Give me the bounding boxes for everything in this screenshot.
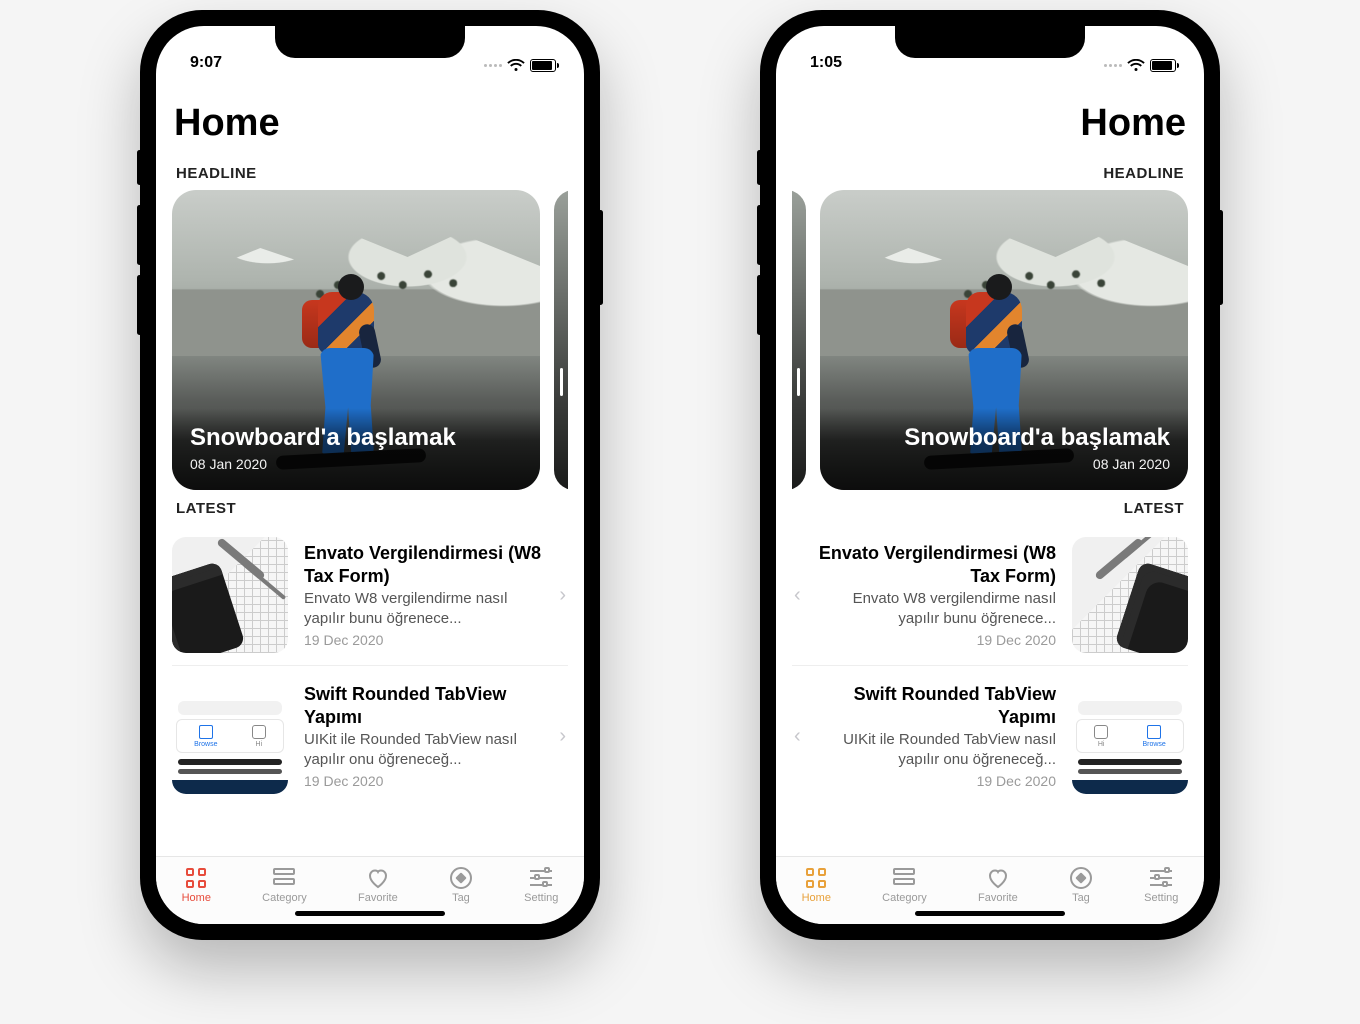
status-time: 1:05 <box>810 54 842 72</box>
notch <box>895 26 1085 58</box>
tab-favorite[interactable]: Favorite <box>358 867 398 904</box>
tab-home[interactable]: Home <box>182 867 211 904</box>
tab-setting[interactable]: Setting <box>1144 867 1178 904</box>
headline-scroller[interactable]: Snowboard'a başlamak 08 Jan 2020 <box>792 190 1188 490</box>
sliders-icon <box>529 867 553 889</box>
headline-title: Snowboard'a başlamak <box>190 424 522 452</box>
heart-icon <box>366 867 390 889</box>
notch <box>275 26 465 58</box>
article-title: Swift Rounded TabView Yapımı <box>819 683 1056 728</box>
chevron-right-icon: › <box>557 725 568 748</box>
grid-icon <box>184 867 208 889</box>
battery-icon <box>1150 59 1176 72</box>
headline-title: Snowboard'a başlamak <box>838 424 1170 452</box>
headline-card-peek[interactable] <box>554 190 568 490</box>
tag-icon <box>1069 867 1093 889</box>
article-title: Envato Vergilendirmesi (W8 Tax Form) <box>819 542 1056 587</box>
tag-icon <box>449 867 473 889</box>
article-desc: UIKit ile Rounded TabView nasıl yapılır … <box>819 730 1056 769</box>
tab-tag[interactable]: Tag <box>449 867 473 904</box>
tab-tag[interactable]: Tag <box>1069 867 1093 904</box>
article-thumbnail <box>172 537 288 653</box>
article-desc: Envato W8 vergilendirme nasıl yapılır bu… <box>819 589 1056 628</box>
rows-icon <box>892 867 916 889</box>
list-item[interactable]: Hi Browse Swift Rounded TabView Yapımı U… <box>792 666 1188 806</box>
article-desc: UIKit ile Rounded TabView nasıl yapılır … <box>304 730 541 769</box>
sliders-icon <box>1149 867 1173 889</box>
section-headline: HEADLINE <box>172 155 568 190</box>
tab-setting[interactable]: Setting <box>524 867 558 904</box>
headline-date: 08 Jan 2020 <box>838 456 1170 472</box>
headline-card[interactable]: Snowboard'a başlamak 08 Jan 2020 <box>820 190 1188 490</box>
section-headline: HEADLINE <box>792 155 1188 190</box>
chevron-right-icon: › <box>557 584 568 607</box>
headline-card[interactable]: Snowboard'a başlamak 08 Jan 2020 <box>172 190 540 490</box>
grid-icon <box>804 867 828 889</box>
phone-ltr: 9:07 Home HEADLINE Snowboard <box>140 10 600 940</box>
latest-list: Envato Vergilendirmesi (W8 Tax Form) Env… <box>792 525 1188 806</box>
article-date: 19 Dec 2020 <box>304 773 541 789</box>
wifi-icon <box>1127 59 1145 72</box>
status-time: 9:07 <box>190 54 222 72</box>
article-date: 19 Dec 2020 <box>819 632 1056 648</box>
article-thumbnail <box>1072 537 1188 653</box>
cellular-icon <box>484 64 502 67</box>
latest-list: Envato Vergilendirmesi (W8 Tax Form) Env… <box>172 525 568 806</box>
article-thumbnail: Hi Browse <box>1072 678 1188 794</box>
article-date: 19 Dec 2020 <box>304 632 541 648</box>
list-item[interactable]: Browse Hi Swift Rounded TabView Yapımı U… <box>172 666 568 806</box>
cellular-icon <box>1104 64 1122 67</box>
article-title: Swift Rounded TabView Yapımı <box>304 683 541 728</box>
headline-date: 08 Jan 2020 <box>190 456 522 472</box>
list-item[interactable]: Envato Vergilendirmesi (W8 Tax Form) Env… <box>172 525 568 666</box>
page-title: Home <box>792 74 1188 155</box>
section-latest: LATEST <box>792 490 1188 525</box>
heart-icon <box>986 867 1010 889</box>
battery-icon <box>530 59 556 72</box>
wifi-icon <box>507 59 525 72</box>
headline-scroller[interactable]: Snowboard'a başlamak 08 Jan 2020 <box>172 190 568 490</box>
article-desc: Envato W8 vergilendirme nasıl yapılır bu… <box>304 589 541 628</box>
tab-category[interactable]: Category <box>882 867 927 904</box>
home-indicator <box>915 911 1065 916</box>
headline-card-peek[interactable] <box>792 190 806 490</box>
chevron-left-icon: ‹ <box>792 725 803 748</box>
tab-home[interactable]: Home <box>802 867 831 904</box>
article-title: Envato Vergilendirmesi (W8 Tax Form) <box>304 542 541 587</box>
tab-category[interactable]: Category <box>262 867 307 904</box>
list-item[interactable]: Envato Vergilendirmesi (W8 Tax Form) Env… <box>792 525 1188 666</box>
section-latest: LATEST <box>172 490 568 525</box>
chevron-left-icon: ‹ <box>792 584 803 607</box>
phone-rtl: 1:05 Home HEADLINE Snowboard <box>760 10 1220 940</box>
article-thumbnail: Browse Hi <box>172 678 288 794</box>
article-date: 19 Dec 2020 <box>819 773 1056 789</box>
rows-icon <box>272 867 296 889</box>
home-indicator <box>295 911 445 916</box>
page-title: Home <box>172 74 568 155</box>
tab-favorite[interactable]: Favorite <box>978 867 1018 904</box>
